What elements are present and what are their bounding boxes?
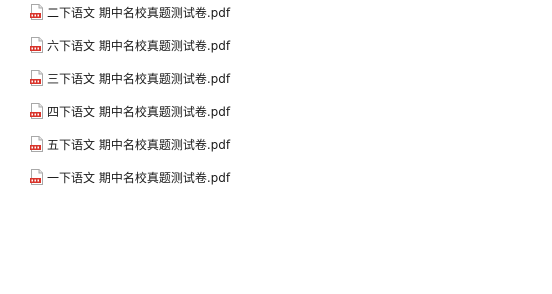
- file-item[interactable]: 一下语文 期中名校真题测试卷.pdf: [30, 168, 430, 186]
- file-name: 六下语文 期中名校真题测试卷.pdf: [47, 38, 231, 53]
- file-item[interactable]: 六下语文 期中名校真题测试卷.pdf: [30, 36, 430, 54]
- file-list: 二下语文 期中名校真题测试卷.pdf 六下语文 期中名校真题测试卷.pdf 三下…: [30, 3, 430, 201]
- file-name: 二下语文 期中名校真题测试卷.pdf: [47, 5, 231, 20]
- file-item[interactable]: 五下语文 期中名校真题测试卷.pdf: [30, 135, 430, 153]
- pdf-file-icon: [30, 136, 44, 152]
- file-item[interactable]: 三下语文 期中名校真题测试卷.pdf: [30, 69, 430, 87]
- pdf-file-icon: [30, 169, 44, 185]
- file-name: 一下语文 期中名校真题测试卷.pdf: [47, 170, 231, 185]
- file-name: 五下语文 期中名校真题测试卷.pdf: [47, 137, 231, 152]
- pdf-file-icon: [30, 4, 44, 20]
- file-item[interactable]: 四下语文 期中名校真题测试卷.pdf: [30, 102, 430, 120]
- file-name: 四下语文 期中名校真题测试卷.pdf: [47, 104, 231, 119]
- pdf-file-icon: [30, 103, 44, 119]
- pdf-file-icon: [30, 37, 44, 53]
- file-item[interactable]: 二下语文 期中名校真题测试卷.pdf: [30, 3, 430, 21]
- pdf-file-icon: [30, 70, 44, 86]
- file-name: 三下语文 期中名校真题测试卷.pdf: [47, 71, 231, 86]
